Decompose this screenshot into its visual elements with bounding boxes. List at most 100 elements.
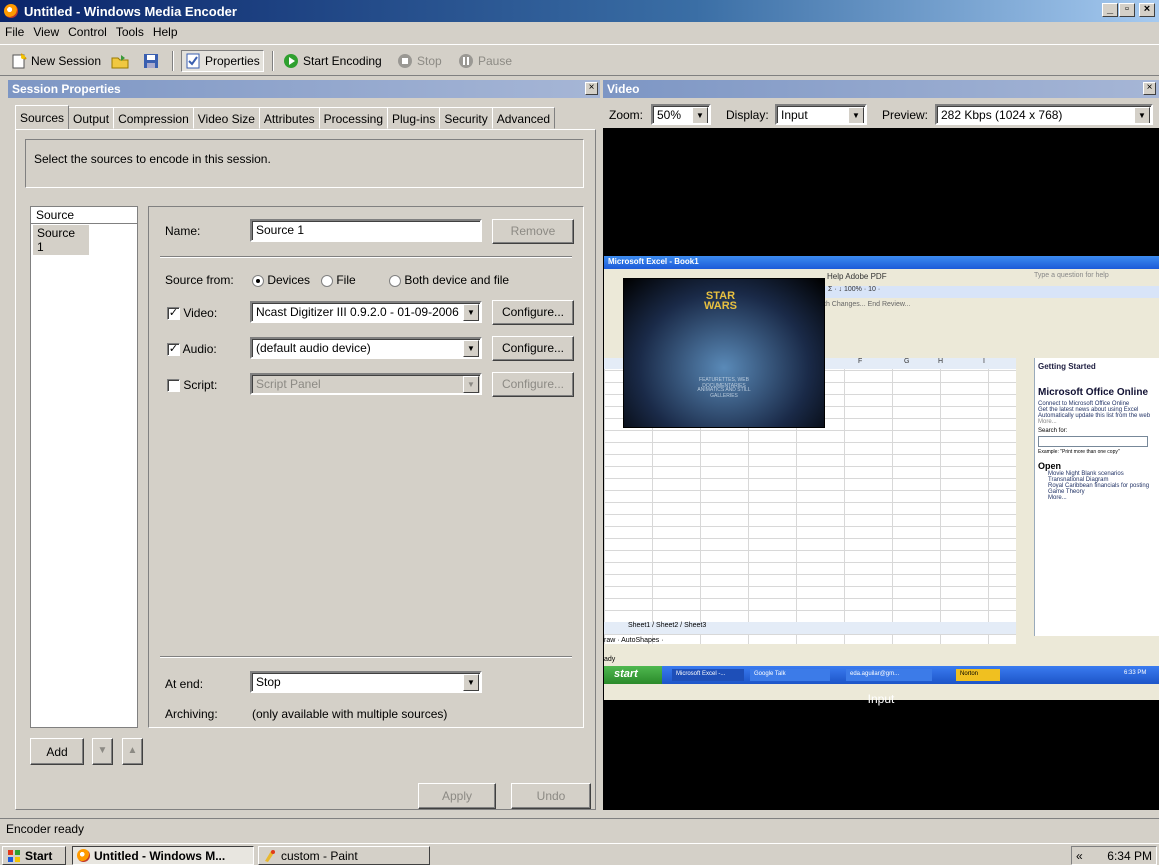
menu-control[interactable]: Control (63, 22, 111, 39)
menu-tools[interactable]: Tools (111, 22, 148, 39)
taskbar-item-paint[interactable]: custom - Paint (258, 846, 430, 865)
session-tabs: Sources Output Compression Video Size At… (15, 105, 556, 129)
tray-expand-icon[interactable]: « (1076, 849, 1083, 863)
video-device-select[interactable]: Ncast Digitizer III 0.9.2.0 - 01-09-2006… (250, 301, 482, 323)
tab-advanced[interactable]: Advanced (491, 107, 556, 129)
preview-select[interactable]: 282 Kbps (1024 x 768) ▼ (935, 104, 1153, 125)
properties-button[interactable]: Properties (181, 50, 264, 72)
menu-bar: File View Control Tools Help (0, 22, 1159, 42)
script-checkbox[interactable]: Script: (167, 378, 217, 393)
video-pane-title: Video (603, 80, 1159, 98)
start-encoding-icon (284, 54, 298, 68)
description-box: Select the sources to encode in this ses… (25, 139, 584, 188)
start-button[interactable]: Start (2, 846, 66, 865)
chevron-down-icon[interactable]: ▼ (463, 304, 479, 321)
captured-ready-text: ady (604, 656, 616, 663)
tab-plug-ins[interactable]: Plug-ins (387, 107, 441, 129)
script-configure-button[interactable]: Configure... (492, 372, 574, 397)
video-pane-header: Video × (603, 80, 1159, 98)
audio-device-select[interactable]: (default audio device) ▼ (250, 337, 482, 359)
script-select[interactable]: Script Panel ▼ (250, 373, 482, 395)
menu-file[interactable]: File (0, 22, 28, 39)
move-down-button[interactable]: ▼ (92, 738, 113, 765)
move-up-button[interactable]: ▲ (122, 738, 143, 765)
captured-movie-window: STAR WARS FEATURETTES, WEB DOCUMENTARIES … (623, 278, 825, 428)
save-button[interactable] (140, 50, 162, 72)
audio-configure-button[interactable]: Configure... (492, 336, 574, 361)
captured-excel-menu: Help Adobe PDF (827, 272, 887, 281)
captured-screen-image: Microsoft Excel - Book1 Help Adobe PDF T… (604, 256, 1159, 700)
add-source-button[interactable]: Add (30, 738, 84, 765)
maximize-button[interactable]: ▫ (1119, 3, 1135, 17)
menu-help[interactable]: Help (148, 22, 182, 39)
video-preview-area: Microsoft Excel - Book1 Help Adobe PDF T… (603, 128, 1159, 810)
media-encoder-icon (77, 849, 90, 862)
video-configure-button[interactable]: Configure... (492, 300, 574, 325)
source-list-header: Source (31, 207, 137, 224)
name-field[interactable]: Source 1 (250, 219, 482, 242)
remove-button[interactable]: Remove (492, 219, 574, 244)
properties-icon (186, 53, 200, 69)
name-label: Name: (165, 224, 201, 238)
video-pane-close-icon[interactable]: × (1143, 82, 1156, 95)
tab-output[interactable]: Output (68, 107, 115, 129)
taskbar-item-media-encoder[interactable]: Untitled - Windows M... (72, 846, 254, 865)
tab-processing[interactable]: Processing (318, 107, 388, 129)
toolbar: New Session Properties Start Encoding St… (0, 44, 1159, 76)
window-title: Untitled - Windows Media Encoder (24, 4, 237, 19)
chevron-down-icon[interactable]: ▼ (692, 107, 708, 123)
new-session-icon (12, 53, 27, 69)
captured-question-box: Type a question for help (1034, 272, 1109, 279)
chevron-down-icon[interactable]: ▼ (463, 340, 479, 357)
tab-sources[interactable]: Sources (15, 105, 70, 129)
captured-sheet-tabs: Sheet1 / Sheet2 / Sheet3 (604, 622, 1016, 634)
menu-view[interactable]: View (28, 22, 63, 39)
list-item[interactable]: Source 1 (33, 225, 89, 255)
session-pane-close-icon[interactable]: × (585, 82, 598, 95)
minimize-button[interactable]: _ (1102, 3, 1118, 17)
stop-icon (398, 54, 412, 68)
zoom-select[interactable]: 50% ▼ (651, 104, 711, 125)
tab-attributes[interactable]: Attributes (258, 107, 320, 129)
open-folder-icon (111, 55, 129, 69)
title-bar[interactable]: Untitled - Windows Media Encoder _ ▫ × (0, 0, 1159, 22)
archiving-value: (only available with multiple sources) (252, 707, 448, 721)
stop-button[interactable]: Stop (394, 50, 445, 72)
captured-task-pane: Getting Started Microsoft Office Online … (1034, 358, 1159, 636)
status-text: Encoder ready (6, 822, 85, 836)
audio-checkbox[interactable]: ✓ Audio: (167, 342, 217, 357)
start-encoding-button[interactable]: Start Encoding (280, 50, 385, 72)
chevron-down-icon[interactable]: ▼ (463, 674, 479, 691)
open-button[interactable] (108, 50, 132, 72)
captured-toolbar: Σ · ↓ 100% · 10 · (824, 286, 1159, 298)
tab-security[interactable]: Security (439, 107, 493, 129)
captured-excel-title: Microsoft Excel - Book1 (604, 256, 1159, 269)
pause-icon (459, 54, 473, 68)
preview-label: Preview: (882, 108, 929, 122)
windows-taskbar: Start Untitled - Windows M... custom - P… (0, 843, 1159, 865)
chevron-down-icon[interactable]: ▼ (848, 107, 864, 123)
close-button[interactable]: × (1139, 3, 1155, 17)
archiving-label: Archiving: (165, 707, 218, 721)
radio-file[interactable]: File (321, 273, 356, 287)
chevron-down-icon[interactable]: ▼ (1134, 107, 1150, 123)
captured-xp-taskbar: start Microsoft Excel -... Google Talk e… (604, 666, 1159, 684)
pause-button[interactable]: Pause (455, 50, 515, 72)
at-end-label: At end: (165, 677, 204, 691)
movie-logo: STAR WARS (704, 290, 737, 312)
at-end-select[interactable]: Stop ▼ (250, 671, 482, 693)
save-icon (144, 54, 158, 68)
apply-button[interactable]: Apply (418, 783, 496, 809)
undo-button[interactable]: Undo (511, 783, 591, 809)
tab-video-size[interactable]: Video Size (192, 107, 260, 129)
movie-caption: ANIMATICS AND STILL GALLERIES (697, 387, 751, 399)
chevron-down-icon[interactable]: ▼ (463, 376, 479, 393)
display-select[interactable]: Input ▼ (775, 104, 867, 125)
radio-devices[interactable]: Devices (252, 273, 310, 287)
session-properties-header: Session Properties × (8, 80, 600, 98)
radio-both[interactable]: Both device and file (389, 273, 509, 287)
new-session-button[interactable]: New Session (8, 50, 104, 72)
source-list[interactable]: Source Source 1 (30, 206, 138, 728)
tab-compression[interactable]: Compression (113, 107, 194, 129)
video-checkbox[interactable]: ✓ Video: (167, 306, 217, 321)
